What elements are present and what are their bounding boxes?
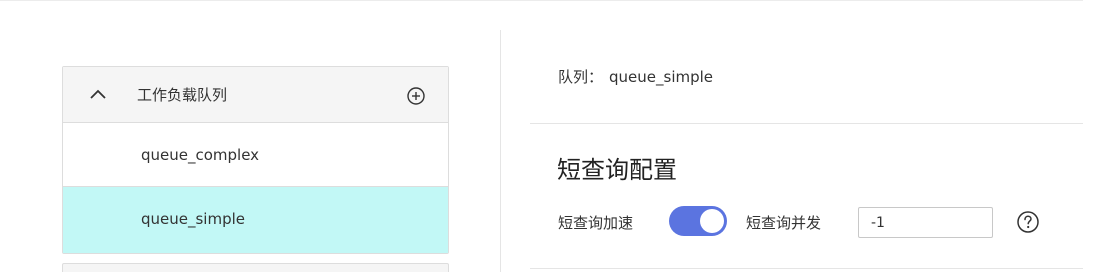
chevron-up-icon[interactable] — [89, 87, 107, 101]
workload-queue-title: 工作负载队列 — [137, 86, 228, 104]
add-circle-icon[interactable] — [406, 86, 426, 106]
short-query-acceleration-toggle[interactable] — [669, 206, 727, 236]
vertical-divider — [500, 30, 501, 272]
page: 工作负载队列 queue_complex queue_simple 队列： que… — [0, 0, 1095, 272]
bottom-divider — [530, 268, 1083, 269]
top-divider — [0, 0, 1083, 1]
queue-list-item-selected[interactable]: queue_simple — [63, 187, 448, 253]
queue-name: queue_simple — [609, 68, 714, 86]
secondary-panel-header[interactable] — [62, 263, 449, 272]
queue-info: 队列： queue_simple — [558, 66, 713, 88]
queue-label: 队列： — [558, 68, 604, 86]
toggle-knob — [700, 209, 724, 233]
workload-queue-header[interactable]: 工作负载队列 — [63, 67, 448, 123]
help-icon[interactable] — [1016, 210, 1040, 234]
section-divider — [530, 123, 1083, 124]
short-query-concurrency-input[interactable] — [858, 207, 993, 238]
queue-list-item[interactable]: queue_complex — [63, 123, 448, 187]
workload-queue-panel: 工作负载队列 queue_complex queue_simple — [62, 66, 449, 254]
short-query-acceleration-label: 短查询加速 — [558, 214, 634, 232]
short-query-concurrency-label: 短查询并发 — [746, 214, 822, 232]
section-title: 短查询配置 — [557, 156, 677, 184]
